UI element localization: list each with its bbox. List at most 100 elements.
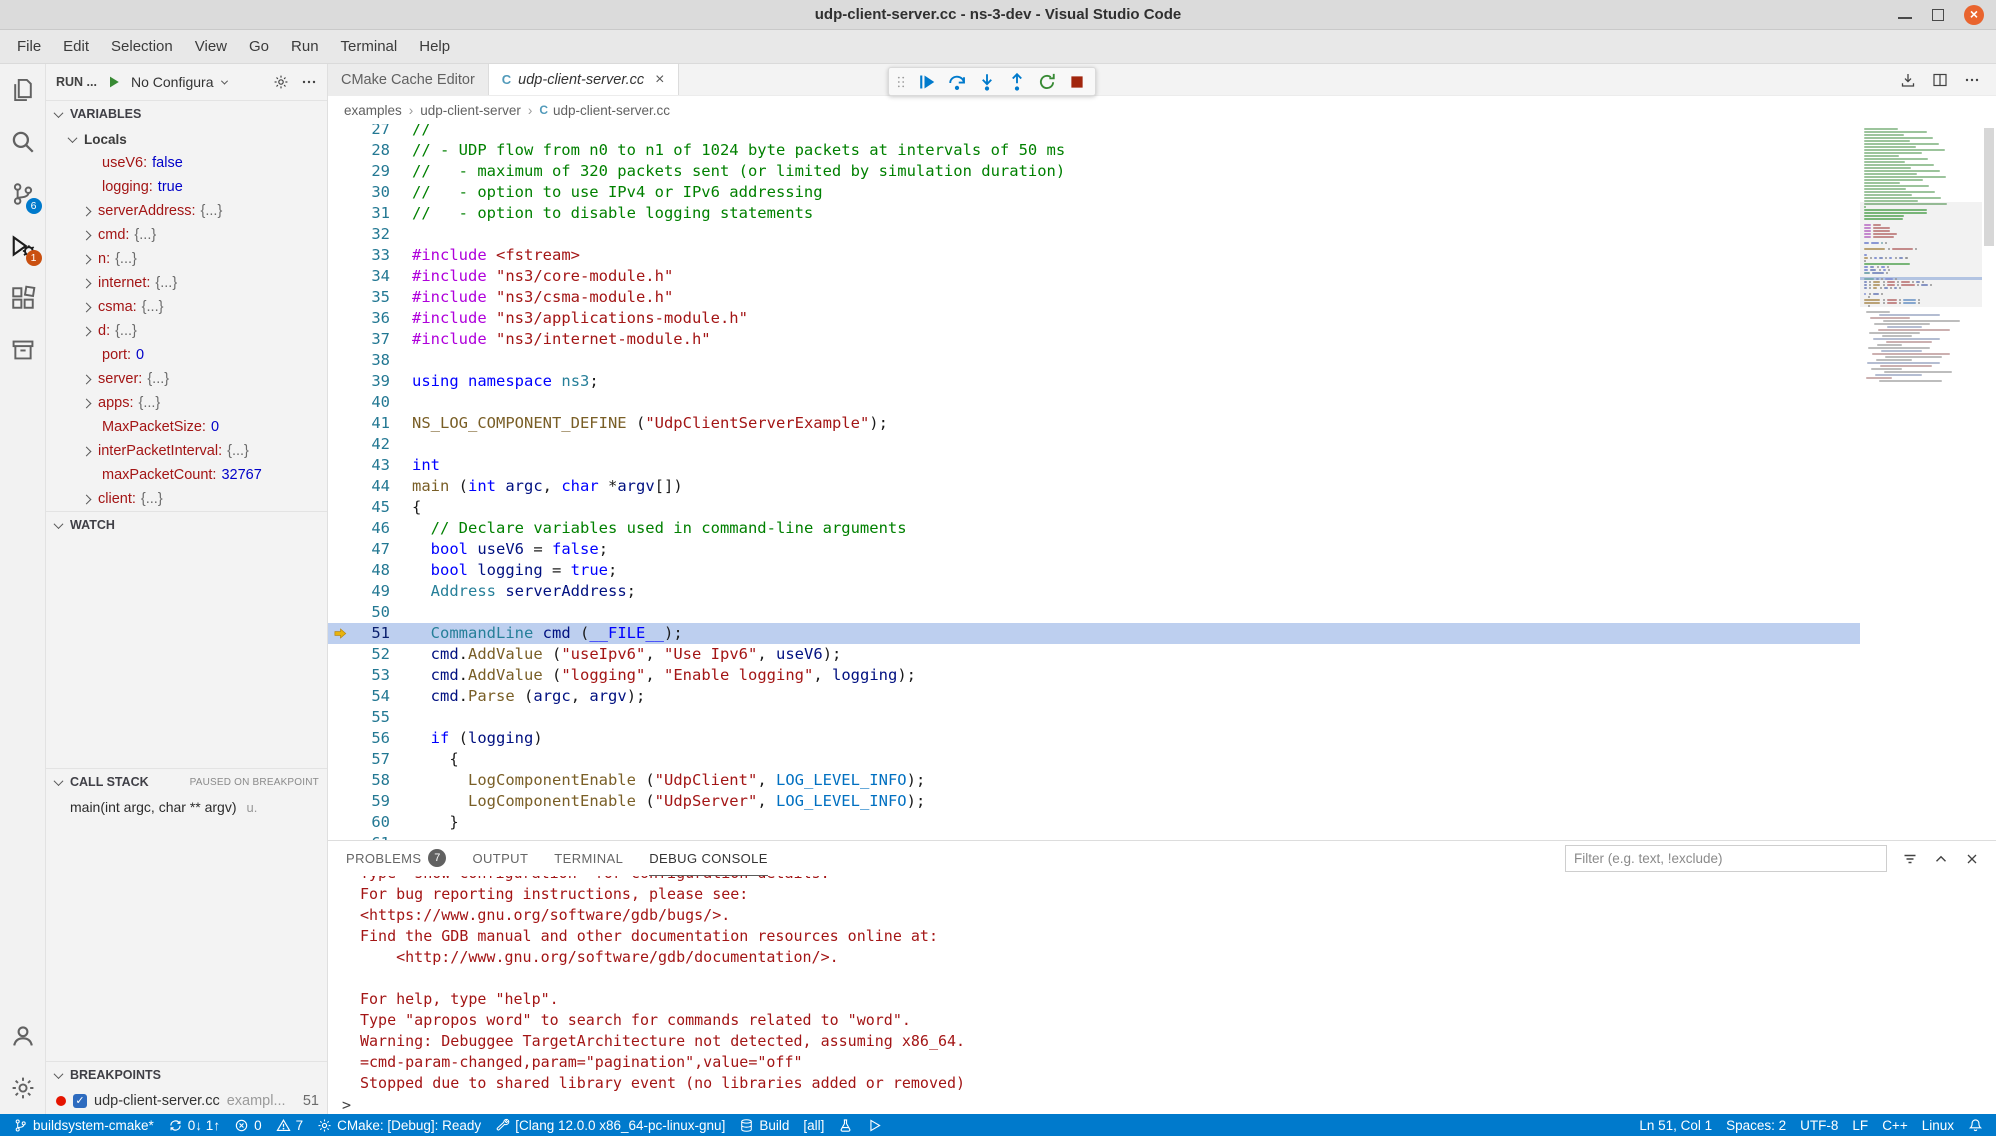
- activity-item-accounts[interactable]: [0, 1010, 46, 1062]
- line-number[interactable]: 61: [352, 833, 390, 840]
- status-eol[interactable]: LF: [1845, 1114, 1875, 1136]
- code-line[interactable]: 48 bool logging = true;: [328, 560, 1860, 581]
- activity-item-manage[interactable]: [0, 1062, 46, 1114]
- panel-tab-debug-console[interactable]: DEBUG CONSOLE: [649, 841, 768, 876]
- code-line[interactable]: 33#include <fstream>: [328, 245, 1860, 266]
- code-line[interactable]: 28// - UDP flow from n0 to n1 of 1024 by…: [328, 140, 1860, 161]
- step-into-button[interactable]: [974, 69, 1000, 94]
- line-number[interactable]: 48: [352, 560, 390, 581]
- debug-console-input[interactable]: >: [328, 1094, 1996, 1114]
- line-number[interactable]: 28: [352, 140, 390, 161]
- code-line[interactable]: 40: [328, 392, 1860, 413]
- code-line[interactable]: 47 bool useV6 = false;: [328, 539, 1860, 560]
- step-over-button[interactable]: [944, 69, 970, 94]
- code-line[interactable]: 46 // Declare variables used in command-…: [328, 518, 1860, 539]
- line-number[interactable]: 31: [352, 203, 390, 224]
- line-number[interactable]: 39: [352, 371, 390, 392]
- download-icon[interactable]: [1900, 72, 1916, 88]
- close-button[interactable]: ×: [1964, 5, 1984, 25]
- panel-tab-terminal[interactable]: TERMINAL: [554, 841, 623, 876]
- debug-config-dropdown[interactable]: No Configura: [131, 74, 236, 90]
- code-line[interactable]: 54 cmd.Parse (argc, argv);: [328, 686, 1860, 707]
- maximize-panel-icon[interactable]: [1933, 851, 1949, 867]
- status-remote-os[interactable]: Linux: [1915, 1114, 1961, 1136]
- code-line[interactable]: 45{: [328, 497, 1860, 518]
- breakpoints-section-header[interactable]: BREAKPOINTS: [46, 1062, 327, 1088]
- status-notifications[interactable]: [1961, 1114, 1990, 1136]
- line-number[interactable]: 29: [352, 161, 390, 182]
- code-line[interactable]: 51 CommandLine cmd (__FILE__);: [328, 623, 1860, 644]
- menu-view[interactable]: View: [184, 30, 238, 64]
- line-number[interactable]: 59: [352, 791, 390, 812]
- status-cmake-build-target[interactable]: [all]: [796, 1114, 831, 1136]
- start-debugging-icon[interactable]: [106, 74, 122, 90]
- step-out-button[interactable]: [1004, 69, 1030, 94]
- breadcrumb-item[interactable]: Cudp-client-server.cc: [539, 103, 670, 118]
- maximize-button[interactable]: [1932, 9, 1944, 21]
- continue-button[interactable]: [914, 69, 940, 94]
- code-line[interactable]: 53 cmd.AddValue ("logging", "Enable logg…: [328, 665, 1860, 686]
- code-line[interactable]: 29// - maximum of 320 packets sent (or l…: [328, 161, 1860, 182]
- code-line[interactable]: 43int: [328, 455, 1860, 476]
- line-number[interactable]: 50: [352, 602, 390, 623]
- breakpoint-row[interactable]: ✓udp-client-server.ccexampl...51: [46, 1088, 327, 1114]
- debug-more-actions-icon[interactable]: [301, 74, 317, 90]
- code-line[interactable]: 50: [328, 602, 1860, 623]
- menu-terminal[interactable]: Terminal: [330, 30, 409, 64]
- code-line[interactable]: 55: [328, 707, 1860, 728]
- code-line[interactable]: 60 }: [328, 812, 1860, 833]
- line-number[interactable]: 30: [352, 182, 390, 203]
- menu-selection[interactable]: Selection: [100, 30, 184, 64]
- code-line[interactable]: 27//: [328, 124, 1860, 140]
- code-line[interactable]: 52 cmd.AddValue ("useIpv6", "Use Ipv6", …: [328, 644, 1860, 665]
- status-language-mode[interactable]: C++: [1875, 1114, 1915, 1136]
- code-line[interactable]: 32: [328, 224, 1860, 245]
- call-stack-section-header[interactable]: CALL STACK PAUSED ON BREAKPOINT: [46, 769, 327, 795]
- debug-console[interactable]: Type "show configuration" for configurat…: [328, 876, 1996, 1114]
- line-number[interactable]: 43: [352, 455, 390, 476]
- code-line[interactable]: 39using namespace ns3;: [328, 371, 1860, 392]
- line-number[interactable]: 47: [352, 539, 390, 560]
- status-cmake-launch[interactable]: [860, 1114, 889, 1136]
- debug-settings-gear-icon[interactable]: [273, 74, 289, 90]
- line-number[interactable]: 40: [352, 392, 390, 413]
- line-number[interactable]: 32: [352, 224, 390, 245]
- watch-section-header[interactable]: WATCH: [46, 512, 327, 538]
- line-number[interactable]: 42: [352, 434, 390, 455]
- panel-tab-problems[interactable]: PROBLEMS7: [346, 841, 446, 876]
- line-number[interactable]: 36: [352, 308, 390, 329]
- status-cmake-kit[interactable]: [Clang 12.0.0 x86_64-pc-linux-gnu]: [488, 1114, 732, 1136]
- line-number[interactable]: 46: [352, 518, 390, 539]
- code-line[interactable]: 30// - option to use IPv4 or IPv6 addres…: [328, 182, 1860, 203]
- status-cursor-position[interactable]: Ln 51, Col 1: [1632, 1114, 1719, 1136]
- code-line[interactable]: 36#include "ns3/applications-module.h": [328, 308, 1860, 329]
- code-line[interactable]: 59 LogComponentEnable ("UdpServer", LOG_…: [328, 791, 1860, 812]
- variable-row[interactable]: client:{...}: [46, 487, 327, 511]
- status-cmake-build[interactable]: Build: [732, 1114, 796, 1136]
- variable-row[interactable]: server:{...}: [46, 367, 327, 391]
- variable-row[interactable]: internet:{...}: [46, 271, 327, 295]
- more-actions-icon[interactable]: [1964, 72, 1980, 88]
- status-encoding[interactable]: UTF-8: [1793, 1114, 1845, 1136]
- split-editor-icon[interactable]: [1932, 72, 1948, 88]
- status-cmake-ctest[interactable]: [831, 1114, 860, 1136]
- line-number[interactable]: 44: [352, 476, 390, 497]
- code-line[interactable]: 42: [328, 434, 1860, 455]
- minimap[interactable]: [1860, 124, 1982, 840]
- breadcrumb-item[interactable]: examples: [344, 103, 402, 118]
- status-problems-warnings[interactable]: 7: [269, 1114, 311, 1136]
- menu-edit[interactable]: Edit: [52, 30, 100, 64]
- code-line[interactable]: 31// - option to disable logging stateme…: [328, 203, 1860, 224]
- line-number[interactable]: 45: [352, 497, 390, 518]
- line-number[interactable]: 33: [352, 245, 390, 266]
- breadcrumb-item[interactable]: udp-client-server: [420, 103, 521, 118]
- variable-row[interactable]: serverAddress:{...}: [46, 199, 327, 223]
- menu-go[interactable]: Go: [238, 30, 280, 64]
- variable-row[interactable]: interPacketInterval:{...}: [46, 439, 327, 463]
- activity-item-explorer[interactable]: [0, 64, 46, 116]
- activity-item-cmake[interactable]: [0, 324, 46, 376]
- variable-row[interactable]: logging:true: [46, 175, 327, 199]
- code-line[interactable]: 49 Address serverAddress;: [328, 581, 1860, 602]
- status-scm-sync[interactable]: 0↓ 1↑: [161, 1114, 227, 1136]
- variables-section-header[interactable]: VARIABLES: [46, 101, 327, 127]
